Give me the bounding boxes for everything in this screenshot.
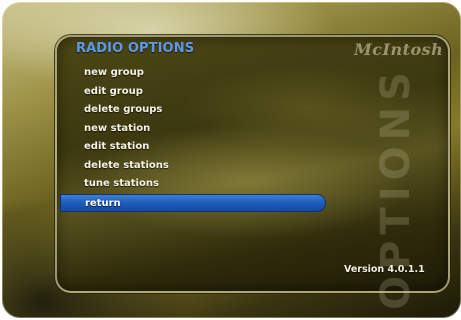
menu-item-new-station[interactable]: new station xyxy=(60,120,330,139)
page-title: RADIO OPTIONS xyxy=(76,41,195,56)
version-label: Version 4.0.1.1 xyxy=(344,264,425,275)
brand-logo: McIntosh xyxy=(354,40,444,59)
menu-item-edit-group[interactable]: edit group xyxy=(60,83,330,102)
menu-item-delete-groups[interactable]: delete groups xyxy=(60,101,330,120)
menu-item-edit-station[interactable]: edit station xyxy=(60,138,330,157)
menu-item-return[interactable]: return xyxy=(60,193,326,212)
menu-item-new-group[interactable]: new group xyxy=(60,64,330,83)
menu-item-tune-stations[interactable]: tune stations xyxy=(60,175,330,194)
radio-options-menu: new group edit group delete groups new s… xyxy=(60,64,330,212)
menu-item-delete-stations[interactable]: delete stations xyxy=(60,157,330,176)
